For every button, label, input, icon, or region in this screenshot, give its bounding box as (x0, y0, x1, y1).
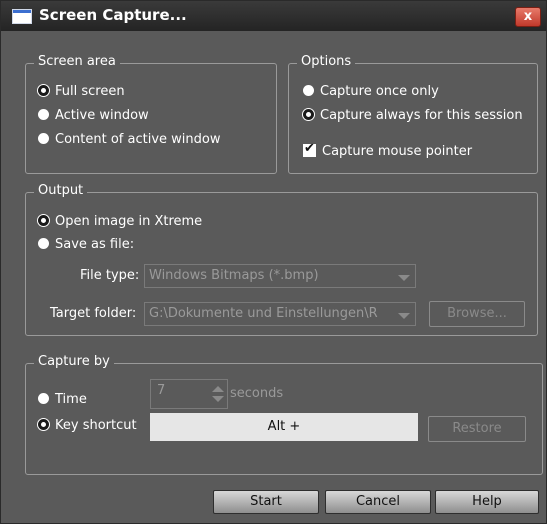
capture-by-legend: Capture by (34, 354, 114, 369)
radio-button[interactable] (38, 133, 49, 144)
browse-label: Browse... (447, 306, 507, 321)
time-value: 7 (157, 383, 166, 398)
radio-button[interactable] (303, 85, 314, 96)
target-folder-select[interactable]: G:\Dokumente und Einstellungen\R (144, 302, 416, 326)
window-title: Screen Capture... (39, 6, 187, 24)
restore-label: Restore (452, 421, 502, 436)
radio-label: Key shortcut (55, 418, 137, 433)
help-label: Help (472, 494, 502, 509)
screen-area-legend: Screen area (34, 54, 120, 69)
target-folder-label: Target folder: (50, 306, 137, 321)
browse-button[interactable]: Browse... (429, 301, 525, 327)
shortcut-input[interactable]: Alt + (150, 413, 418, 441)
options-group: Options Capture once only Capture always… (288, 54, 538, 174)
options-legend: Options (297, 54, 356, 69)
file-type-label: File type: (80, 268, 140, 283)
start-label: Start (250, 494, 282, 509)
close-button[interactable]: x (515, 7, 541, 27)
radio-button-selected[interactable] (38, 419, 49, 430)
radio-button-selected[interactable] (303, 109, 314, 120)
radio-button-selected[interactable] (38, 215, 49, 226)
radio-full-screen[interactable]: Full screen (38, 84, 125, 99)
window-icon (12, 9, 32, 24)
radio-open-image-in-xtreme[interactable]: Open image in Xtreme (38, 214, 202, 229)
checkbox-capture-mouse-pointer[interactable]: ✔ Capture mouse pointer (303, 141, 473, 159)
restore-button[interactable]: Restore (428, 416, 526, 442)
chevron-down-icon (398, 275, 410, 281)
output-group: Output Open image in Xtreme Save as file… (25, 183, 538, 336)
file-type-value: Windows Bitmaps (*.bmp) (149, 268, 319, 283)
radio-capture-always[interactable]: Capture always for this session (303, 108, 523, 123)
checkbox-label: Capture mouse pointer (322, 144, 473, 159)
target-folder-value: G:\Dokumente und Einstellungen\R (149, 306, 378, 321)
spin-up-icon[interactable] (212, 386, 224, 392)
file-type-select[interactable]: Windows Bitmaps (*.bmp) (144, 264, 416, 288)
radio-key-shortcut[interactable]: Key shortcut (38, 418, 137, 433)
radio-save-as-file[interactable]: Save as file: (38, 237, 134, 252)
screen-area-group: Screen area Full screen Active window Co… (25, 54, 277, 174)
radio-label: Capture once only (320, 84, 439, 99)
radio-label: Active window (55, 108, 149, 123)
checkbox[interactable]: ✔ (303, 141, 316, 157)
capture-by-group: Capture by Time 7 seconds Key shortcut A… (25, 354, 543, 475)
spin-down-icon[interactable] (212, 396, 224, 402)
time-stepper[interactable]: 7 (150, 379, 228, 409)
radio-label: Open image in Xtreme (55, 214, 203, 229)
radio-button-selected[interactable] (38, 85, 49, 96)
radio-button[interactable] (38, 238, 49, 249)
radio-label: Capture always for this session (320, 108, 523, 123)
radio-button[interactable] (38, 393, 49, 404)
screen-capture-dialog: Screen Capture... x Screen area Full scr… (0, 0, 547, 524)
help-button[interactable]: Help (435, 490, 539, 514)
start-button[interactable]: Start (213, 490, 319, 514)
output-legend: Output (34, 183, 88, 198)
radio-active-window[interactable]: Active window (38, 108, 149, 123)
radio-time[interactable]: Time (38, 392, 87, 407)
radio-content-of-active-window[interactable]: Content of active window (38, 132, 220, 147)
radio-label: Content of active window (55, 132, 221, 147)
chevron-down-icon (398, 313, 410, 319)
seconds-label: seconds (230, 386, 284, 401)
close-icon: x (523, 9, 533, 24)
radio-label: Time (55, 392, 87, 407)
radio-button[interactable] (38, 109, 49, 120)
radio-capture-once-only[interactable]: Capture once only (303, 84, 439, 99)
cancel-button[interactable]: Cancel (325, 490, 431, 514)
cancel-label: Cancel (355, 494, 401, 509)
radio-label: Save as file: (55, 237, 135, 252)
title-bar[interactable]: Screen Capture... x (1, 1, 546, 31)
checkmark-icon: ✔ (304, 141, 315, 156)
radio-label: Full screen (55, 84, 125, 99)
